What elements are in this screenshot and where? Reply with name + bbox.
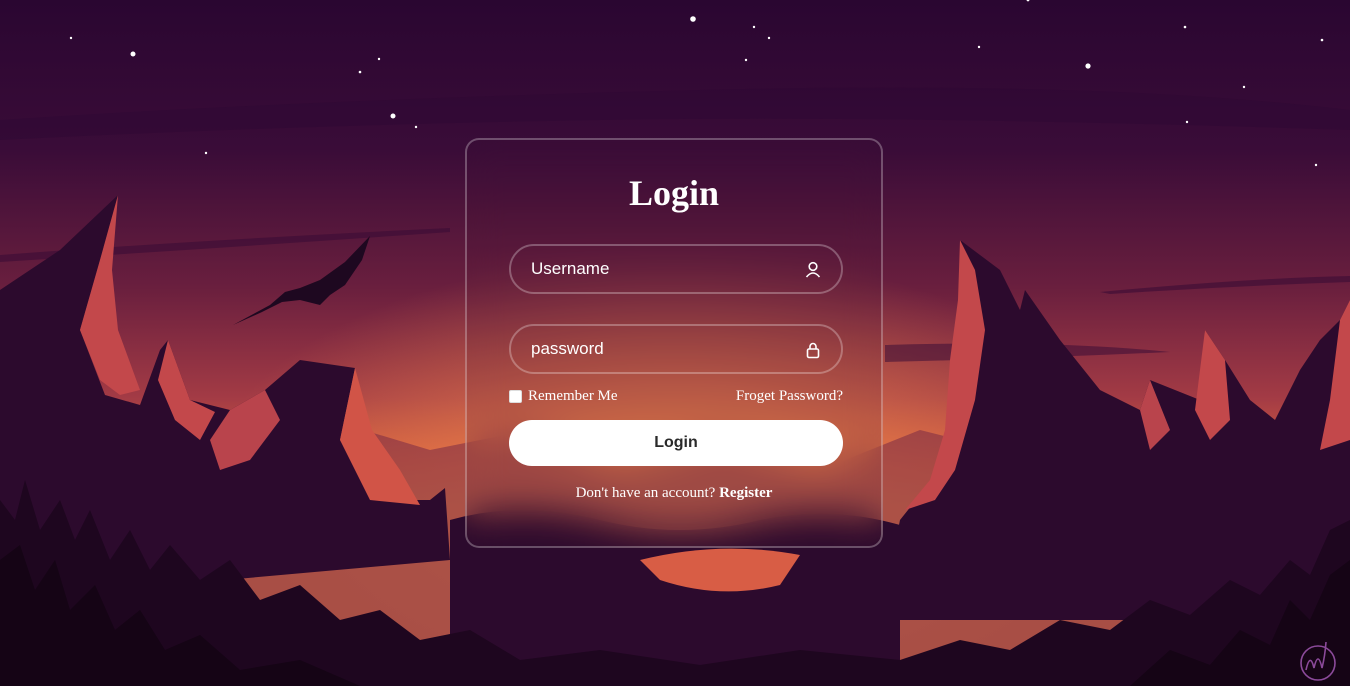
remember-me-label: Remember Me [528,388,618,404]
password-field-box [509,324,843,374]
remember-row: Remember Me Froget Password? [509,388,843,408]
password-input[interactable] [511,326,841,372]
username-input[interactable] [511,246,841,292]
remember-me-checkbox[interactable]: Remember Me [509,388,618,405]
checkbox-box[interactable] [509,390,522,403]
register-prompt: Don't have an account? [575,485,720,501]
login-card: Login Remember Me Froget Password? Login… [465,138,883,548]
user-icon [805,261,821,278]
lock-icon [806,342,820,359]
signature-logo [1300,641,1336,681]
register-link[interactable]: Register [719,485,772,501]
login-title: Login [628,173,720,213]
login-button[interactable]: Login [509,420,843,466]
forgot-password-link[interactable]: Froget Password? [736,388,843,405]
register-row: Don't have an account? Register [467,485,881,502]
username-field-box [509,244,843,294]
